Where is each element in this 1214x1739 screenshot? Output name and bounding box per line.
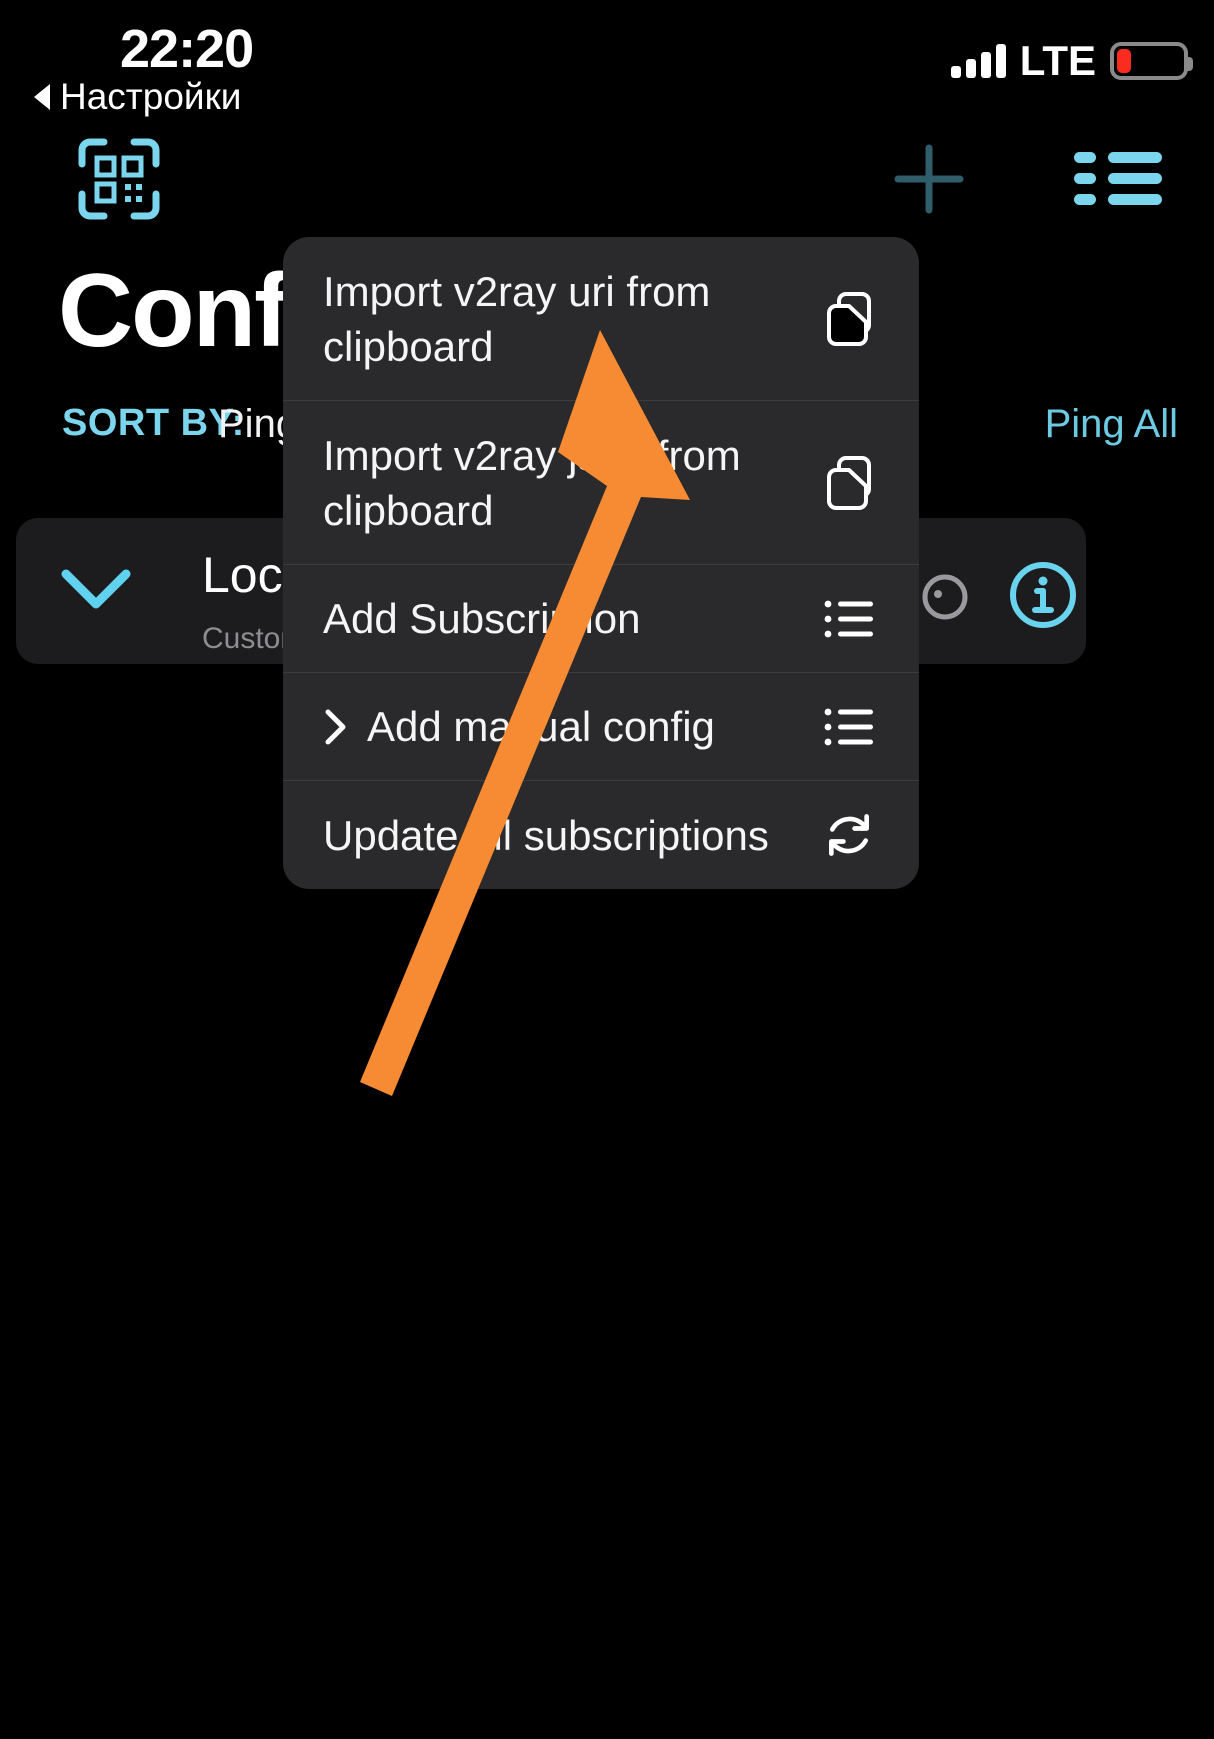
- status-time: 22:20: [120, 19, 254, 79]
- network-type-label: LTE: [1019, 37, 1096, 84]
- back-caret-icon: [34, 84, 50, 110]
- add-config-popover-menu: Import v2ray uri from clipboard Import v…: [283, 237, 919, 889]
- chevron-down-icon[interactable]: [60, 566, 132, 612]
- menu-item-label: Update all subscriptions: [323, 811, 769, 859]
- chevron-right-icon: [323, 707, 349, 747]
- menu-item-update-all-subscriptions[interactable]: Update all subscriptions: [283, 781, 919, 889]
- menu-item-label: Import v2ray json from clipboard: [323, 431, 741, 534]
- list-bullet-icon: [823, 699, 875, 755]
- add-config-plus-icon[interactable]: [890, 140, 968, 218]
- ping-all-button[interactable]: Ping All: [1045, 402, 1178, 447]
- menu-item-import-v2ray-uri[interactable]: Import v2ray uri from clipboard: [283, 237, 919, 401]
- menu-item-label: Import v2ray uri from clipboard: [323, 267, 711, 370]
- doc-on-doc-icon: [823, 291, 875, 347]
- menu-item-label: Add manual config: [367, 703, 715, 750]
- status-indicators: LTE: [950, 37, 1193, 84]
- nav-bar: [0, 128, 1214, 232]
- menu-item-add-subscription[interactable]: Add Subscription: [283, 565, 919, 673]
- back-to-settings-link[interactable]: Настройки: [34, 76, 241, 118]
- speedometer-icon[interactable]: [916, 566, 974, 624]
- menu-item-import-v2ray-json[interactable]: Import v2ray json from clipboard: [283, 401, 919, 565]
- doc-on-doc-icon: [823, 455, 875, 511]
- battery-low-icon: [1110, 42, 1193, 80]
- menu-item-label: Add Subscription: [323, 595, 641, 642]
- info-circle-icon[interactable]: [1008, 560, 1078, 630]
- qr-scan-icon[interactable]: [78, 138, 160, 220]
- list-bullet-icon[interactable]: [1072, 148, 1164, 210]
- list-bullet-icon: [823, 591, 875, 647]
- menu-item-add-manual-config[interactable]: Add manual config: [283, 673, 919, 781]
- back-link-label: Настройки: [60, 76, 242, 117]
- refresh-circle-icon: [823, 807, 875, 863]
- signal-bars-icon: [950, 44, 1006, 78]
